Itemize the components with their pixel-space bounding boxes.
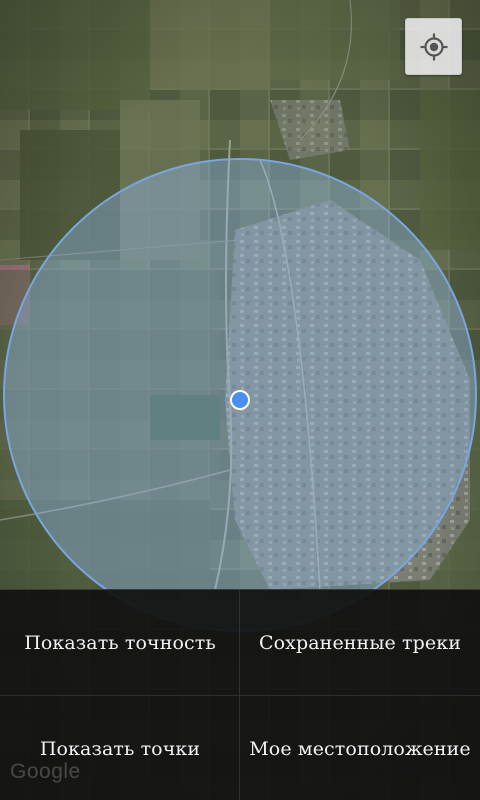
menu-item-my-location[interactable]: Мое местоположение — [240, 696, 480, 800]
my-location-button[interactable] — [405, 18, 462, 75]
crosshair-location-icon — [420, 33, 447, 60]
menu-item-label: Мое местоположение — [249, 737, 471, 760]
menu-item-saved-tracks[interactable]: Сохраненные треки — [240, 590, 480, 695]
menu-item-label: Сохраненные треки — [259, 631, 461, 654]
menu-item-show-accuracy[interactable]: Показать точность — [0, 590, 240, 695]
current-location-marker — [230, 390, 250, 410]
menu-item-label: Показать точки — [39, 737, 201, 760]
menu-item-label: Показать точность — [24, 631, 216, 654]
screen: Показать точность Сохраненные треки Пока… — [0, 0, 480, 800]
menu-item-show-points[interactable]: Показать точки — [0, 696, 240, 800]
google-logo: Google — [10, 760, 81, 783]
